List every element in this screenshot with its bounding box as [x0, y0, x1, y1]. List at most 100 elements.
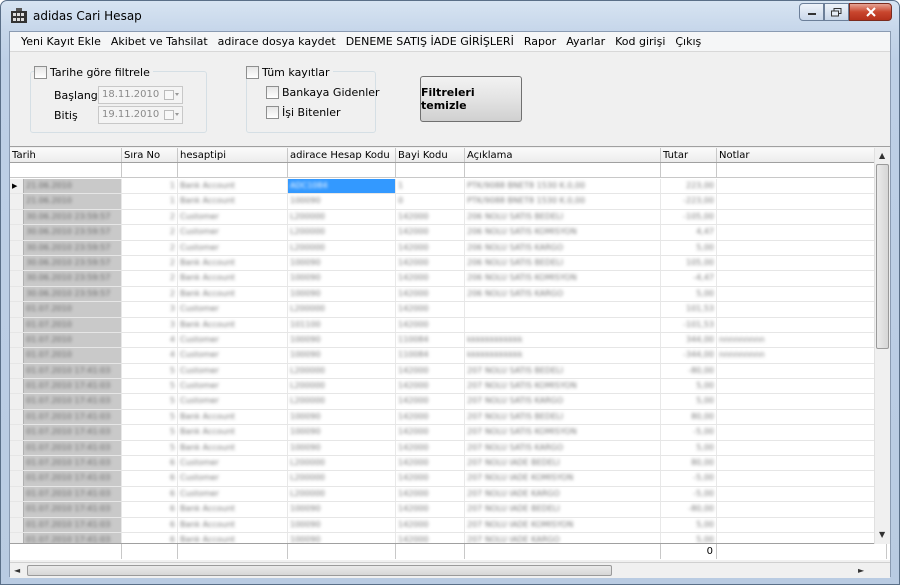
account-code-cell[interactable]: 100090: [288, 517, 396, 532]
description-cell[interactable]: 207 NOLU IADE KARGO: [465, 486, 661, 502]
seq-cell[interactable]: 6: [122, 486, 178, 502]
account-type-cell[interactable]: Bank Account: [178, 271, 288, 286]
table-row[interactable]: 01.07.2010 17:41:03 6 Customer L200000 14200…: [10, 471, 887, 487]
date-cell[interactable]: 01.07.2010: [24, 332, 122, 348]
description-cell[interactable]: 207 NOLU IADE BEDELI: [465, 456, 661, 471]
menu-adirace-dosya[interactable]: adirace dosya kaydet: [213, 35, 341, 48]
account-type-cell[interactable]: Customer: [178, 302, 288, 317]
vertical-scroll-thumb[interactable]: [876, 164, 889, 349]
account-type-cell[interactable]: Bank Account: [178, 425, 288, 440]
notes-cell[interactable]: [717, 194, 887, 209]
account-code-cell[interactable]: L200000: [288, 302, 396, 317]
description-cell[interactable]: [465, 317, 661, 332]
table-row[interactable]: 30.06.2010 23:59:57 2 Customer L200000 14200…: [10, 225, 887, 241]
date-filter-checkbox[interactable]: Tarihe göre filtrele: [34, 66, 153, 79]
seq-cell[interactable]: 2: [122, 240, 178, 255]
dealer-code-cell[interactable]: 142000: [396, 502, 465, 517]
amount-cell[interactable]: 80,00: [661, 456, 717, 471]
description-cell[interactable]: 207 NOLU SATIS KOMISYON: [465, 425, 661, 440]
date-cell[interactable]: 01.07.2010 17:41:03: [24, 486, 122, 502]
seq-cell[interactable]: 2: [122, 225, 178, 240]
dealer-code-cell[interactable]: 142000: [396, 286, 465, 302]
row-header[interactable]: [10, 471, 24, 486]
seq-cell[interactable]: 5: [122, 379, 178, 394]
dealer-code-cell[interactable]: 142000: [396, 517, 465, 532]
amount-cell[interactable]: -5,00: [661, 486, 717, 502]
account-type-cell[interactable]: Bank Account: [178, 194, 288, 209]
column-header[interactable]: Açıklama: [465, 148, 661, 162]
menu-cikis[interactable]: Çıkış: [670, 35, 706, 48]
account-type-cell[interactable]: Customer: [178, 363, 288, 379]
notes-cell[interactable]: [717, 471, 887, 486]
account-code-cell[interactable]: 100090: [288, 409, 396, 425]
done-checkbox[interactable]: İşi Bitenler: [266, 106, 341, 119]
amount-cell[interactable]: -105,00: [661, 209, 717, 225]
account-code-cell[interactable]: 100090: [288, 425, 396, 440]
date-cell[interactable]: 30.06.2010 23:59:57: [24, 240, 122, 255]
description-cell[interactable]: 207 NOLU IADE KOMISYON: [465, 517, 661, 532]
notes-cell[interactable]: [717, 240, 887, 255]
notes-cell[interactable]: [717, 209, 887, 225]
table-row[interactable]: ▶ 21.06.2010 1 Bank Account ADC1084 1 PTK/9088…: [10, 179, 887, 195]
row-header[interactable]: [10, 255, 24, 271]
account-code-cell[interactable]: L200000: [288, 363, 396, 379]
description-cell[interactable]: 206 NOLU SATIS KOMISYON: [465, 225, 661, 240]
account-code-cell[interactable]: L200000: [288, 225, 396, 240]
seq-cell[interactable]: 5: [122, 440, 178, 456]
description-cell[interactable]: 207 NOLU SATIS KARGO: [465, 440, 661, 456]
table-row[interactable]: 01.07.2010 4 Customer 100090 110084 kkkkkkkkk…: [10, 332, 887, 349]
row-header[interactable]: [10, 425, 24, 440]
date-cell[interactable]: 01.07.2010 17:41:03: [24, 409, 122, 425]
seq-cell[interactable]: 6: [122, 456, 178, 471]
notes-cell[interactable]: [717, 409, 887, 425]
date-cell[interactable]: 30.06.2010 23:59:57: [24, 286, 122, 302]
dealer-code-cell[interactable]: 142000: [396, 363, 465, 379]
notes-cell[interactable]: [717, 517, 887, 532]
table-row[interactable]: 30.06.2010 23:59:57 2 Customer L200000 14200…: [10, 240, 887, 256]
date-cell[interactable]: 01.07.2010 17:41:03: [24, 425, 122, 440]
notes-cell[interactable]: [717, 179, 887, 194]
seq-cell[interactable]: 5: [122, 363, 178, 379]
date-cell[interactable]: 01.07.2010: [24, 302, 122, 317]
description-cell[interactable]: kkkkkkkkkkkk: [465, 348, 661, 363]
description-cell[interactable]: 207 NOLU IADE BEDELI: [465, 502, 661, 517]
dealer-code-cell[interactable]: 142000: [396, 486, 465, 502]
menu-yeni-kayit[interactable]: Yeni Kayıt Ekle: [16, 35, 106, 48]
seq-cell[interactable]: 3: [122, 302, 178, 317]
dealer-code-cell[interactable]: 142000: [396, 456, 465, 471]
notes-cell[interactable]: [717, 302, 887, 317]
seq-cell[interactable]: 6: [122, 502, 178, 517]
calendar-dropdown-icon[interactable]: [164, 89, 180, 101]
seq-cell[interactable]: 1: [122, 194, 178, 209]
account-code-cell[interactable]: 100090: [288, 348, 396, 363]
account-type-cell[interactable]: Customer: [178, 348, 288, 363]
notes-cell[interactable]: [717, 456, 887, 471]
row-header[interactable]: [10, 348, 24, 363]
description-cell[interactable]: 207 NOLU SATIS KOMISYON: [465, 379, 661, 394]
account-code-cell[interactable]: L200000: [288, 456, 396, 471]
maximize-button[interactable]: [824, 3, 849, 21]
account-code-cell[interactable]: 100090: [288, 271, 396, 286]
date-cell[interactable]: 30.06.2010 23:59:57: [24, 271, 122, 286]
dealer-code-cell[interactable]: 142000: [396, 440, 465, 456]
amount-cell[interactable]: 4,47: [661, 225, 717, 240]
amount-cell[interactable]: 5,00: [661, 394, 717, 409]
table-row[interactable]: 01.07.2010 17:41:03 5 Bank Account 100090 14…: [10, 440, 887, 457]
bank-checkbox[interactable]: Bankaya Gidenler: [266, 86, 380, 99]
column-filter-cell[interactable]: [396, 163, 465, 178]
date-cell[interactable]: 01.07.2010 17:41:03: [24, 456, 122, 471]
table-row[interactable]: 01.07.2010 17:41:03 5 Bank Account 100090 14…: [10, 409, 887, 426]
table-row[interactable]: 01.07.2010 17:41:03 6 Bank Account 100090 14…: [10, 502, 887, 518]
account-code-cell[interactable]: ADC1084: [288, 179, 396, 194]
notes-cell[interactable]: [717, 225, 887, 240]
seq-cell[interactable]: 4: [122, 332, 178, 348]
clear-filters-button[interactable]: Filtreleri temizle: [420, 76, 522, 122]
dealer-code-cell[interactable]: 142000: [396, 240, 465, 255]
account-code-cell[interactable]: 100090: [288, 440, 396, 456]
row-header[interactable]: [10, 456, 24, 471]
table-row[interactable]: 21.06.2010 1 Bank Account 100090 0 PTK/9088 B…: [10, 194, 887, 210]
dealer-code-cell[interactable]: 110084: [396, 332, 465, 348]
row-header[interactable]: [10, 271, 24, 286]
seq-cell[interactable]: 5: [122, 394, 178, 409]
account-type-cell[interactable]: Customer: [178, 486, 288, 502]
